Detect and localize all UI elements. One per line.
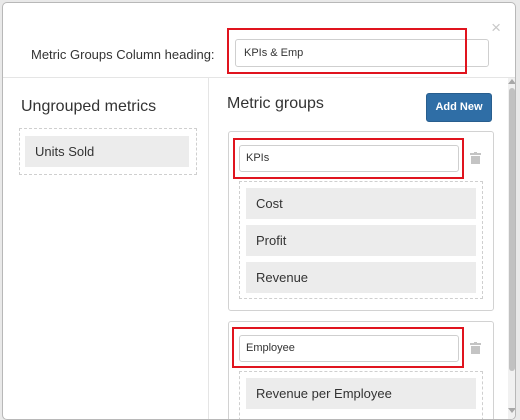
group-name-input-kpis[interactable]: KPIs: [239, 145, 459, 172]
metric-groups-title: Metric groups: [227, 95, 324, 112]
ungrouped-dropzone: Units Sold: [19, 128, 197, 175]
scroll-down-icon[interactable]: [508, 408, 515, 413]
dialog-header: Metric Groups Column heading: KPIs & Emp…: [3, 3, 515, 78]
ungrouped-title: Ungrouped metrics: [21, 98, 157, 115]
trash-icon[interactable]: [470, 152, 481, 164]
group-metrics-dropzone: Revenue per Employee: [239, 371, 483, 419]
add-new-button[interactable]: Add New: [426, 93, 492, 122]
metric-chip-cost[interactable]: Cost: [246, 188, 476, 219]
metric-group-panel: Employee Revenue per Employee: [228, 321, 494, 419]
group-name-input-employee[interactable]: Employee: [239, 335, 459, 362]
scrollbar-thumb[interactable]: [509, 88, 515, 371]
column-heading-input[interactable]: KPIs & Emp: [235, 39, 489, 67]
heading-label: Metric Groups Column heading:: [31, 47, 215, 62]
metric-chip-revenue[interactable]: Revenue: [246, 262, 476, 293]
scroll-up-icon[interactable]: [508, 79, 515, 84]
metric-chip-revenue-per-employee[interactable]: Revenue per Employee: [246, 378, 476, 409]
metric-group-panel: KPIs Cost Profit Revenue: [228, 131, 494, 311]
group-metrics-dropzone: Cost Profit Revenue: [239, 181, 483, 299]
ungrouped-column: Ungrouped metrics Units Sold: [3, 78, 209, 419]
metric-groups-dialog: Metric Groups Column heading: KPIs & Emp…: [2, 2, 516, 420]
trash-icon[interactable]: [470, 342, 481, 354]
close-icon[interactable]: ×: [491, 19, 501, 36]
metric-chip-profit[interactable]: Profit: [246, 225, 476, 256]
metric-chip-units-sold[interactable]: Units Sold: [25, 136, 189, 167]
